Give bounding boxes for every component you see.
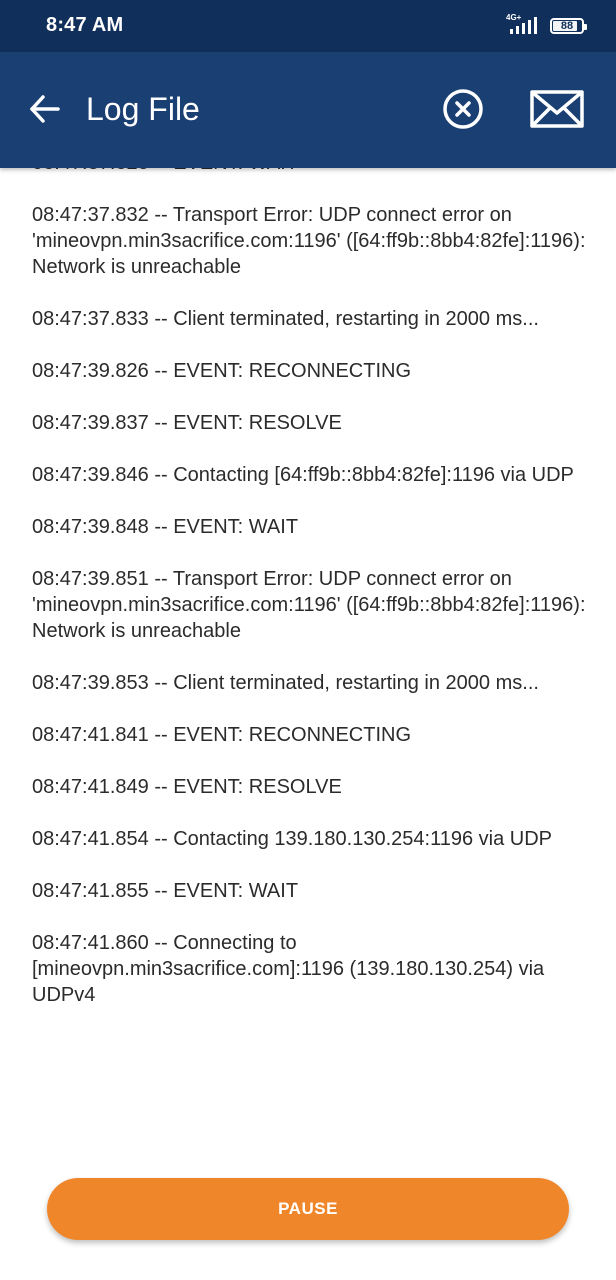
log-entry: 08:47:39.851 -- Transport Error: UDP con… bbox=[32, 568, 586, 642]
log-file-screen: 8:47 AM 4G+ 88 Log File 08:47:37.832 -- … bbox=[0, 0, 616, 1280]
send-log-button[interactable] bbox=[528, 87, 586, 131]
log-entry: 08:47:37.833 -- Client terminated, resta… bbox=[32, 308, 539, 330]
mail-icon bbox=[530, 90, 584, 128]
log-entry: 08:47:41.854 -- Contacting 139.180.130.2… bbox=[32, 828, 552, 850]
arrow-left-icon bbox=[30, 95, 60, 123]
back-button[interactable] bbox=[26, 90, 64, 128]
log-entry: 08:47:39.846 -- Contacting [64:ff9b::8bb… bbox=[32, 464, 574, 486]
page-title: Log File bbox=[86, 91, 200, 127]
status-time: 8:47 AM bbox=[46, 14, 124, 36]
battery-icon: 88 bbox=[550, 18, 587, 34]
status-indicators: 4G+ 88 bbox=[506, 13, 587, 37]
log-entry: 08:47:41.860 -- Connecting to [mineovpn.… bbox=[32, 932, 545, 1006]
log-entry: 08:47:41.849 -- EVENT: RESOLVE bbox=[32, 776, 342, 798]
log-entry: 08:47:39.826 -- EVENT: RECONNECTING bbox=[32, 360, 412, 382]
log-entry: 08:47:39.853 -- Client terminated, resta… bbox=[32, 672, 539, 694]
log-scroll-area[interactable]: 08:47:37.828 -- EVENT: WAIT 08:47:37.832 … bbox=[0, 168, 616, 1168]
log-entry: 08:47:37.832 -- Transport Error: UDP con… bbox=[32, 204, 586, 278]
log-entry: 08:47:37.828 -- EVENT: WAIT bbox=[32, 168, 588, 176]
battery-percent: 88 bbox=[560, 20, 574, 32]
signal-bars-icon: 4G+ bbox=[506, 13, 544, 37]
log-list: 08:47:37.828 -- EVENT: WAIT 08:47:37.832 … bbox=[32, 168, 588, 1034]
clear-log-button[interactable] bbox=[441, 87, 485, 131]
app-bar: Log File bbox=[0, 52, 616, 168]
log-entry: 08:47:41.841 -- EVENT: RECONNECTING bbox=[32, 724, 412, 746]
close-circle-icon bbox=[443, 89, 483, 129]
status-bar: 8:47 AM 4G+ 88 bbox=[0, 0, 616, 52]
pause-button[interactable]: PAUSE bbox=[47, 1178, 569, 1240]
log-entry: 08:47:41.855 -- EVENT: WAIT bbox=[32, 880, 299, 902]
log-entry: 08:47:39.848 -- EVENT: WAIT bbox=[32, 516, 299, 538]
log-entry: 08:47:39.837 -- EVENT: RESOLVE bbox=[32, 412, 342, 434]
